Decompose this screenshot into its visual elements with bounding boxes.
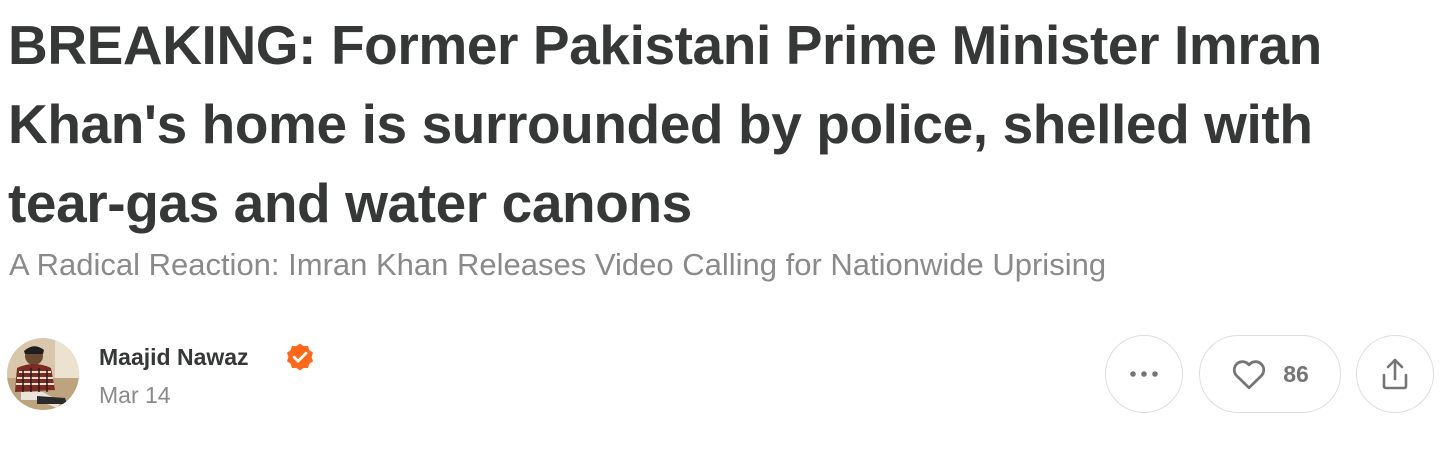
more-options-button[interactable] bbox=[1105, 335, 1183, 413]
like-button[interactable]: 86 bbox=[1199, 335, 1341, 413]
avatar-photo bbox=[7, 338, 79, 410]
like-count: 86 bbox=[1283, 361, 1309, 387]
share-icon bbox=[1382, 358, 1408, 390]
post-date: Mar 14 bbox=[99, 382, 171, 408]
author-name[interactable]: Maajid Nawaz bbox=[99, 341, 249, 373]
verified-badge-icon bbox=[287, 343, 313, 371]
share-button[interactable] bbox=[1356, 335, 1434, 413]
author-avatar[interactable] bbox=[7, 338, 79, 410]
post-title: BREAKING: Former Pakistani Prime Ministe… bbox=[8, 14, 1322, 234]
post-subtitle: A Radical Reaction: Imran Khan Releases … bbox=[9, 247, 1107, 282]
ellipsis-icon bbox=[1130, 371, 1158, 377]
heart-icon bbox=[1233, 360, 1266, 390]
